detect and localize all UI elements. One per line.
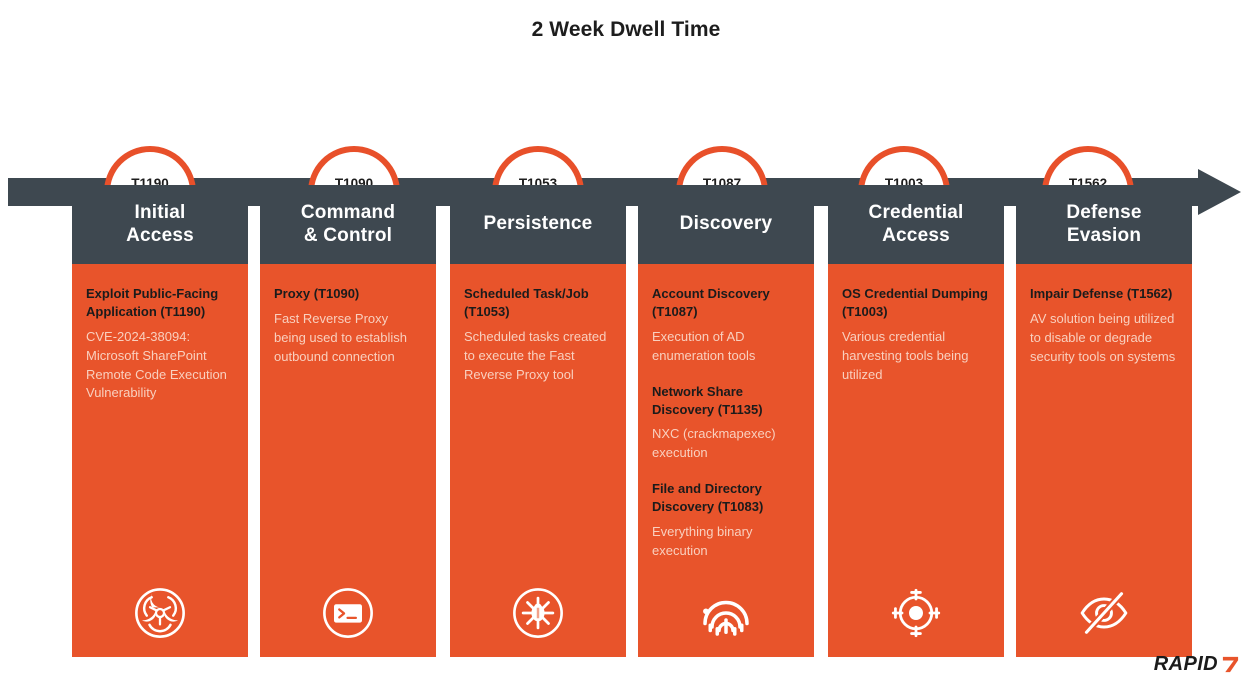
logo-seven-mark-icon [1221, 655, 1240, 674]
technique-title: OS Credential Dumping (T1003) [842, 286, 988, 319]
technique-description: AV solution being utilized to disable or… [1030, 310, 1176, 364]
tactic-header-line1: Discovery [679, 213, 773, 235]
technique-entry: File and Directory Discovery (T1083) Ever… [652, 480, 800, 561]
tactic-header-line1: Defense [1066, 202, 1142, 224]
tactic-header-initial-access: Initial Access [72, 185, 248, 264]
tactic-header-persistence: Persistence [450, 185, 626, 264]
tactic-header-line1: Command [300, 202, 396, 224]
tactic-column-initial-access[interactable]: Initial Access Exploit Public-Facing Appli… [72, 185, 248, 657]
tactic-body-defense-evasion: Impair Defense (T1562) AV solution being … [1016, 264, 1192, 657]
tactic-header-line1: Initial [134, 202, 186, 224]
tactic-column-command-and-control[interactable]: Command & Control Proxy (T1090) Fast Revers… [260, 185, 436, 657]
tactic-column-persistence[interactable]: Persistence Scheduled Task/Job (T1053) Sch… [450, 185, 626, 657]
tactic-header-line1: Credential [868, 202, 964, 224]
tactic-header-line1: Persistence [483, 213, 593, 235]
infographic-canvas: 2 Week Dwell Time T1190(~4 Hours)T1090(~… [0, 0, 1252, 688]
attack-timeline: T1190(~4 Hours)T1090(~2 Days)T1053(~2 Da… [0, 70, 1252, 238]
technique-description: NXC (crackmapexec) execution [652, 426, 776, 461]
tactic-header-credential-access: Credential Access [828, 185, 1004, 264]
technique-description: CVE-2024-38094: Microsoft SharePoint Rem… [86, 328, 227, 401]
technique-title: Impair Defense (T1562) [1030, 286, 1173, 301]
technique-title: Proxy (T1090) [274, 286, 360, 301]
technique-entry: Account Discovery (T1087) Execution of AD… [652, 285, 800, 366]
tactic-column-credential-access[interactable]: Credential Access OS Credential Dumping (T… [828, 185, 1004, 657]
tactic-body-discovery: Account Discovery (T1087) Execution of AD… [638, 264, 814, 657]
technique-title: File and Directory Discovery (T1083) [652, 481, 764, 515]
tactic-body-credential-access: OS Credential Dumping (T1003) Various cre… [828, 264, 1004, 657]
technique-description: Everything binary execution [652, 524, 753, 558]
biohazard-icon [132, 585, 188, 641]
tactic-header-defense-evasion: Defense Evasion [1016, 185, 1192, 264]
tactic-body-initial-access: Exploit Public-Facing Application (T1190… [72, 264, 248, 657]
technique-description: Fast Reverse Proxy being used to establi… [274, 310, 407, 364]
tactic-header-line2: Access [126, 224, 194, 246]
technique-title: Network Share Discovery (T1135) [652, 383, 763, 417]
technique-title: Account Discovery (T1087) [652, 286, 770, 319]
tactic-column-discovery[interactable]: Discovery Account Discovery (T1087) Execut… [638, 185, 814, 657]
logo-wordmark: RAPID [1153, 653, 1218, 675]
technique-entry: OS Credential Dumping (T1003) Various cre… [842, 285, 990, 384]
tactic-header-line2: & Control [303, 224, 393, 246]
tactic-header-discovery: Discovery [638, 185, 814, 264]
rapid7-logo: RAPID [1154, 653, 1240, 676]
terminal-icon [320, 585, 376, 641]
tactic-header-line2: Access [882, 224, 950, 246]
bug-icon [510, 585, 566, 641]
technique-entry: Impair Defense (T1562) AV solution being … [1030, 285, 1178, 366]
technique-description: Execution of AD enumeration tools [652, 328, 756, 363]
technique-title: Scheduled Task/Job (T1053) [464, 286, 589, 319]
tactic-body-command-and-control: Proxy (T1090) Fast Reverse Proxy being us… [260, 264, 436, 657]
tactic-header-line2: Evasion [1066, 224, 1142, 246]
crosshair-target-icon [888, 585, 944, 641]
eye-off-icon [1076, 585, 1132, 641]
timeline-arrowhead-icon [1198, 169, 1241, 215]
technique-description: Scheduled tasks created to execute the F… [464, 328, 607, 382]
technique-entry: Proxy (T1090) Fast Reverse Proxy being us… [274, 285, 422, 366]
technique-title: Exploit Public-Facing Application (T1190… [86, 286, 219, 319]
technique-entry: Scheduled Task/Job (T1053) Scheduled task… [464, 285, 612, 384]
tactic-header-command-and-control: Command & Control [260, 185, 436, 264]
tactic-column-defense-evasion[interactable]: Defense Evasion Impair Defense (T1562) AV s… [1016, 185, 1192, 657]
technique-description: Various credential harvesting tools bein… [842, 328, 969, 382]
technique-entry: Network Share Discovery (T1135) NXC (crac… [652, 383, 800, 464]
technique-entry: Exploit Public-Facing Application (T1190… [86, 285, 234, 403]
page-title: 2 Week Dwell Time [531, 18, 721, 41]
fingerprint-icon [698, 585, 754, 641]
tactic-body-persistence: Scheduled Task/Job (T1053) Scheduled task… [450, 264, 626, 657]
